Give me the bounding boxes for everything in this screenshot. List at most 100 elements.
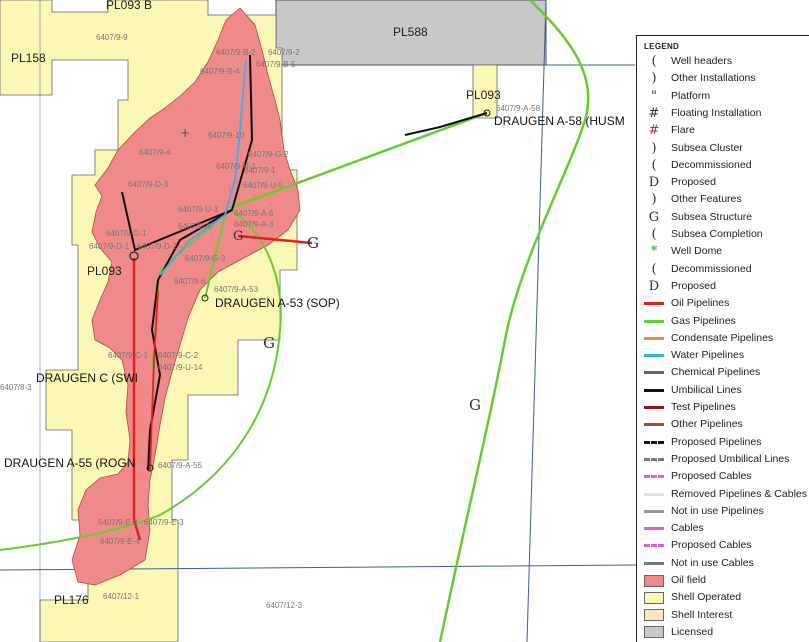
well-label: 6407/9-A-53 bbox=[214, 285, 259, 294]
legend-item: Test Pipelines bbox=[641, 399, 809, 416]
legend-line bbox=[644, 302, 664, 306]
well-label: 6407/9-9 bbox=[96, 33, 128, 42]
legend-glyph: # bbox=[648, 105, 660, 121]
legend-item: G Subsea Structure bbox=[641, 209, 809, 226]
proposed-icon: D bbox=[643, 280, 665, 293]
legend-line bbox=[644, 440, 664, 444]
legend-glyph: ) bbox=[651, 140, 657, 156]
legend-label: Shell Interest bbox=[671, 608, 733, 621]
legend-label: Oil field bbox=[671, 574, 707, 586]
licence-label: PL093 bbox=[466, 88, 501, 102]
proposed-cable-icon bbox=[643, 470, 665, 483]
legend-item: " Platform bbox=[641, 88, 809, 105]
legend-swatch bbox=[644, 574, 664, 587]
legend-label: Subsea Structure bbox=[671, 210, 753, 223]
other-pipeline-icon bbox=[643, 418, 665, 431]
legend-label: Chemical Pipelines bbox=[671, 366, 761, 379]
legend-label: Oil Pipelines bbox=[671, 297, 730, 310]
removed-pipeline-icon bbox=[643, 488, 665, 501]
legend-glyph: G bbox=[648, 209, 660, 225]
legend-glyph: D bbox=[648, 175, 660, 191]
legend-glyph: ) bbox=[651, 71, 657, 87]
legend-item: (Decommissioned bbox=[641, 261, 809, 278]
well-label: 6407/9-E-2 bbox=[98, 518, 138, 527]
subsea-structure-icon: G bbox=[233, 229, 243, 244]
well-label: 6407/9-2 bbox=[268, 48, 300, 57]
platform-icon: " bbox=[643, 90, 665, 103]
legend-item: Oil Pipelines bbox=[641, 295, 809, 312]
licensed-icon bbox=[643, 626, 665, 639]
well-header-icon: ( bbox=[643, 55, 665, 68]
gas-pipeline-long bbox=[438, 0, 590, 642]
cross-marker-icon: + bbox=[180, 126, 190, 140]
legend-item: Proposed Cables bbox=[641, 537, 809, 554]
well-label: 6407/9-A- bbox=[178, 222, 213, 231]
not-in-use-cable-icon bbox=[643, 557, 665, 570]
legend-label: Proposed bbox=[671, 176, 716, 189]
legend-item: ) Other Features bbox=[641, 191, 809, 208]
umbilical-line-icon bbox=[643, 384, 665, 397]
legend-label: Proposed Cables bbox=[671, 539, 752, 552]
legend-item: Shell Interest bbox=[641, 607, 809, 624]
legend-label: Umbilical Lines bbox=[671, 383, 742, 396]
well-label: 6407/12-3 bbox=[266, 601, 303, 610]
legend-label: Not in use Cables bbox=[671, 556, 754, 569]
legend-label: Other Installations bbox=[671, 72, 756, 85]
legend-item: Condensate Pipelines bbox=[641, 330, 809, 347]
legend-line bbox=[644, 561, 664, 565]
legend-label: Platform bbox=[671, 89, 711, 102]
floating-installation-icon: # bbox=[643, 107, 665, 120]
other-features-icon: ) bbox=[643, 193, 665, 206]
test-pipeline-icon bbox=[643, 401, 665, 414]
flare-icon: # bbox=[643, 124, 665, 137]
legend-label: Water Pipelines bbox=[671, 349, 745, 362]
legend-panel: LEGEND (Well headers) Other Installations… bbox=[636, 35, 809, 642]
legend-item: Shell Operated bbox=[641, 589, 809, 606]
well-label: 6407/9-A-6 bbox=[234, 209, 274, 218]
legend-label: Proposed Umbilical Lines bbox=[671, 452, 790, 465]
legend-label: Well headers bbox=[671, 55, 733, 67]
well-label: 6407/9-E-3 bbox=[144, 518, 184, 527]
legend-label: Proposed Cables bbox=[671, 470, 752, 483]
legend-label: Not in use Pipelines bbox=[671, 504, 764, 517]
legend-label: Shell Operated bbox=[671, 591, 742, 604]
legend-label: Subsea Cluster bbox=[671, 141, 743, 154]
well-label: 6407/9-D-3 bbox=[128, 180, 169, 189]
legend-label: Subsea Completion bbox=[671, 228, 763, 240]
well-dome-icon: * bbox=[643, 245, 665, 258]
subsea-structure-icon: G bbox=[469, 396, 481, 414]
grid-line bbox=[526, 0, 547, 642]
well-label: 6407/9-1 bbox=[244, 166, 276, 175]
well-label: 6407/8-3 bbox=[0, 383, 32, 392]
well-label: 6407/12-1 bbox=[103, 592, 140, 601]
proposed-cable-icon bbox=[643, 539, 665, 552]
legend-item: Gas Pipelines bbox=[641, 313, 809, 330]
legend-item: Proposed Cables bbox=[641, 468, 809, 485]
legend-swatch bbox=[644, 591, 664, 604]
legend-line bbox=[644, 406, 664, 409]
legend-item: (Decommissioned bbox=[641, 157, 809, 174]
well-label: 6407/9-A-55 bbox=[158, 461, 203, 470]
subsea-structure-icon: G bbox=[307, 234, 319, 252]
well-label: 6407/9-C-2 bbox=[158, 351, 199, 360]
legend-label: Test Pipelines bbox=[671, 401, 736, 413]
legend-label: Well Dome bbox=[671, 245, 723, 258]
oil-field-icon bbox=[643, 574, 665, 587]
well-label: 6407/9-E-4 bbox=[100, 537, 140, 546]
field-label: DRAUGEN A-53 (SOP) bbox=[215, 296, 340, 310]
oil-pipeline-icon bbox=[643, 297, 665, 310]
legend-label: Proposed bbox=[671, 279, 716, 292]
legend-line bbox=[644, 457, 664, 461]
legend-item: Proposed Pipelines bbox=[641, 434, 809, 451]
legend-item: ) Subsea Cluster bbox=[641, 140, 809, 157]
not-in-use-pipeline-icon bbox=[643, 505, 665, 518]
cable-icon bbox=[643, 522, 665, 535]
well-label: 6407/9-D-2 bbox=[137, 242, 178, 251]
legend-line bbox=[644, 475, 664, 479]
legend-label: Other Features bbox=[671, 193, 742, 206]
subsea-structure-icon: G bbox=[643, 211, 665, 224]
legend-glyph: * bbox=[650, 244, 658, 260]
legend-item: (Subsea Completion bbox=[641, 226, 809, 243]
well-label: 6407/9-6 bbox=[174, 277, 206, 286]
well-label: 6407/9-B-5 bbox=[256, 60, 296, 69]
